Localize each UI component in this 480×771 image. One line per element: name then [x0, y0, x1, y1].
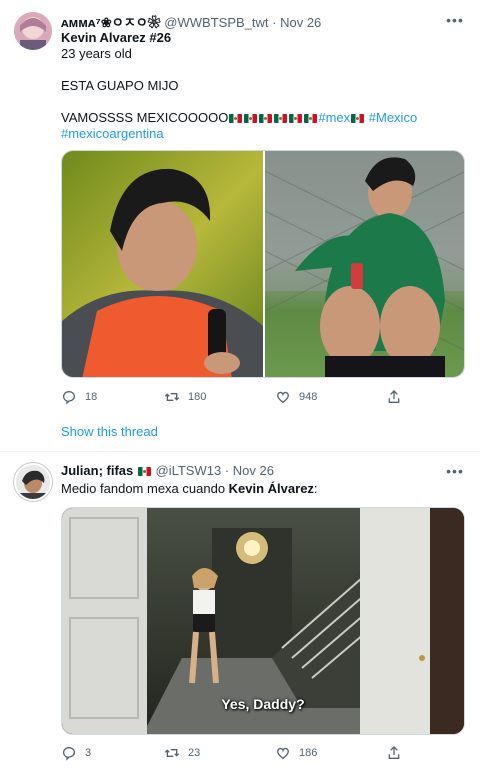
- like-icon: [277, 747, 289, 760]
- share-icon: [388, 746, 400, 759]
- tweet-2[interactable]: Julian; fifas @iLTSW13 · Nov 26 ••• Medi…: [0, 452, 480, 771]
- mexico-flag-icon: [304, 114, 318, 123]
- show-thread-link[interactable]: Show this thread: [61, 424, 158, 439]
- tweet-text-line-main: VAMOSSSS MEXICOOOOO: [61, 110, 229, 125]
- author-handle[interactable]: @WWBTSPB_twt: [164, 15, 268, 30]
- share-button[interactable]: [386, 745, 402, 761]
- separator: ·: [224, 463, 230, 478]
- retweet-count: 23: [188, 747, 201, 759]
- mexico-flag-icon: [229, 114, 243, 123]
- reply-count: 18: [85, 391, 98, 403]
- hashtag-link[interactable]: #mex: [318, 110, 350, 125]
- mexico-flag-icon: [289, 114, 303, 123]
- retweet-icon: [164, 749, 180, 757]
- tweet-actions: 18 180 948: [61, 389, 421, 407]
- tweet-header: ᴀᴍᴍᴀ⁷❀ㅇㅈㅇ❀ @WWBTSPB_twt · Nov 26: [61, 12, 321, 31]
- author-handle[interactable]: @iLTSW13: [156, 463, 222, 478]
- reply-icon: [63, 747, 75, 761]
- reply-count: 3: [85, 747, 92, 759]
- mexico-flag-icon: [137, 467, 151, 476]
- photo-right[interactable]: [264, 151, 464, 377]
- mexico-flag-icon: [274, 114, 288, 123]
- tweet-text-prefix: Medio fandom mexa cuando: [61, 481, 229, 496]
- tweet-media[interactable]: [61, 150, 465, 378]
- author-name[interactable]: ᴀᴍᴍᴀ⁷❀ㅇㅈㅇ❀: [61, 15, 161, 30]
- like-button[interactable]: 948: [275, 389, 317, 405]
- mexico-flag-icon: [259, 114, 273, 123]
- tweet-date[interactable]: Nov 26: [233, 463, 274, 478]
- photo-left[interactable]: [62, 151, 263, 377]
- mexico-flag-icon: [244, 114, 258, 123]
- retweet-button[interactable]: 180: [164, 389, 206, 405]
- tweet-actions: 3 23 186: [61, 745, 421, 763]
- separator: ·: [272, 15, 277, 30]
- tweet-date[interactable]: Nov 26: [280, 15, 321, 30]
- video-subtitle: Yes, Daddy?: [221, 696, 305, 712]
- tweet-text-line: ESTA GUAPO MIJO: [61, 78, 179, 93]
- tweet-media[interactable]: Yes, Daddy?: [61, 507, 465, 735]
- tweet-text-bold: Kevin Álvarez: [228, 481, 314, 496]
- tweet-text-line: 23 years old: [61, 46, 132, 61]
- like-count: 186: [299, 747, 318, 759]
- more-icon[interactable]: •••: [446, 464, 464, 478]
- tweet-1[interactable]: ᴀᴍᴍᴀ⁷❀ㅇㅈㅇ❀ @WWBTSPB_twt · Nov 26 ••• Kev…: [0, 0, 480, 452]
- share-icon: [388, 390, 400, 403]
- avatar[interactable]: [14, 12, 52, 50]
- author-name[interactable]: Julian; fifas: [61, 463, 133, 478]
- reply-button[interactable]: 18: [61, 389, 97, 405]
- like-button[interactable]: 186: [275, 745, 317, 761]
- retweet-icon: [164, 393, 180, 401]
- hashtag-link[interactable]: #mexicoargentina: [61, 126, 164, 141]
- reply-button[interactable]: 3: [61, 745, 91, 761]
- share-button[interactable]: [386, 389, 402, 405]
- hashtag-link[interactable]: #Mexico: [369, 110, 417, 125]
- like-icon: [277, 391, 289, 404]
- tweet-text-line: VAMOSSSS MEXICOOOOO #mex #Mexico: [61, 110, 417, 125]
- reply-icon: [63, 391, 75, 405]
- tweet-header: Julian; fifas @iLTSW13 · Nov 26: [61, 463, 274, 478]
- tweet-text-line: Medio fandom mexa cuando Kevin Álvarez:: [61, 481, 318, 496]
- more-icon[interactable]: •••: [446, 13, 464, 27]
- like-count: 948: [299, 391, 318, 403]
- tweet-text-suffix: :: [313, 481, 318, 496]
- avatar[interactable]: [14, 463, 52, 501]
- tweet-text-line: Kevin Alvarez #26: [61, 30, 172, 45]
- retweet-count: 180: [188, 391, 207, 403]
- mexico-flag-icon: [351, 114, 365, 123]
- retweet-button[interactable]: 23: [164, 745, 200, 761]
